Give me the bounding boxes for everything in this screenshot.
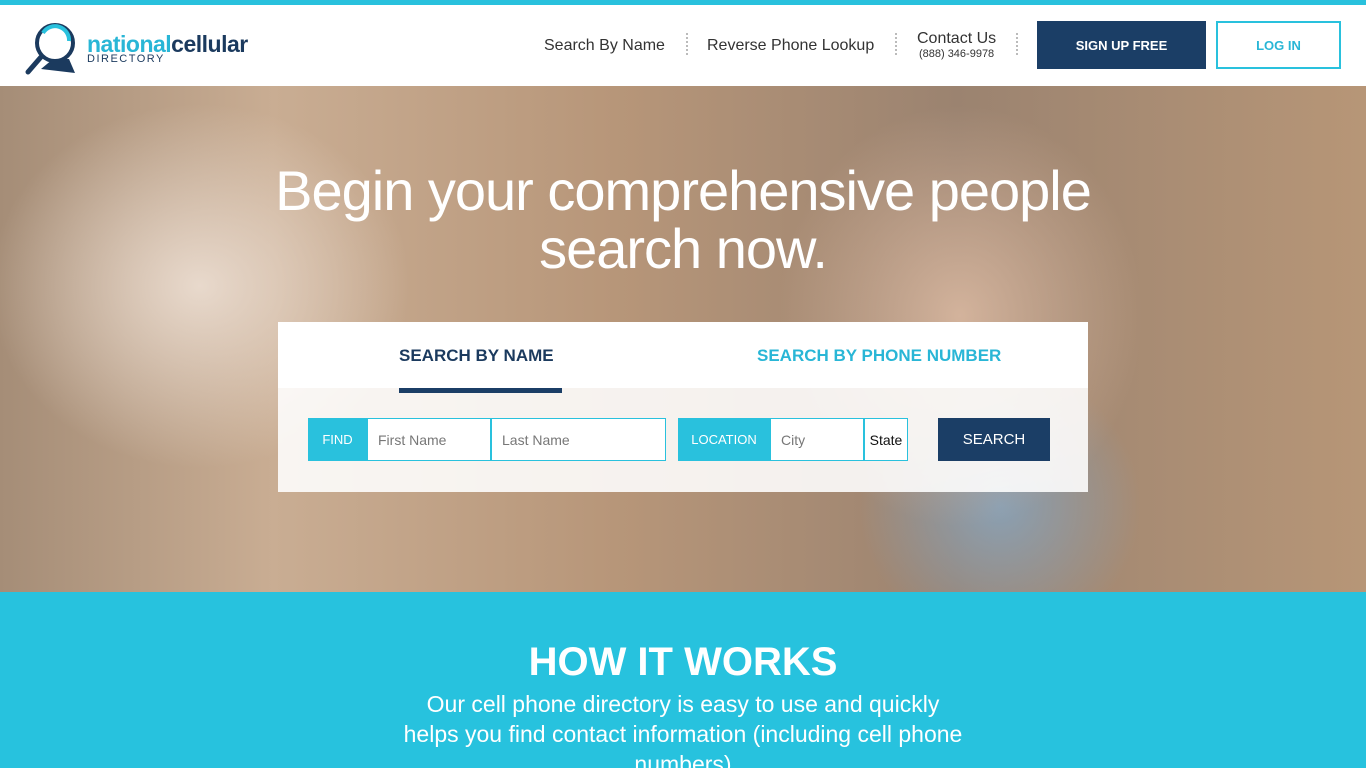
nav-contact-us[interactable]: Contact Us (888) 346-9978 [917,30,996,60]
find-label: FIND [308,418,367,461]
search-panel: SEARCH BY NAME SEARCH BY PHONE NUMBER FI… [278,322,1088,492]
tab-search-by-name[interactable]: SEARCH BY NAME [399,346,554,366]
sign-up-button[interactable]: SIGN UP FREE [1037,21,1206,69]
how-it-works-section: HOW IT WORKS Our cell phone directory is… [0,592,1366,777]
nav-divider [686,33,688,55]
nav-divider [1016,33,1018,55]
nav-reverse-phone-lookup[interactable]: Reverse Phone Lookup [707,37,874,55]
how-it-works-title: HOW IT WORKS [528,640,838,684]
state-select[interactable]: State [864,418,908,461]
first-name-input[interactable] [367,418,491,461]
active-tab-indicator [399,388,562,393]
last-name-input[interactable] [491,418,666,461]
contact-label: Contact Us [917,30,997,47]
location-label: LOCATION [678,418,770,461]
log-in-button[interactable]: LOG IN [1216,21,1341,69]
nav-divider [895,33,897,55]
hero-headline: Begin your comprehensive people search no… [0,162,1366,278]
city-input[interactable] [770,418,864,461]
headline-line-1: Begin your comprehensive people [275,159,1092,222]
tab-search-by-phone[interactable]: SEARCH BY PHONE NUMBER [757,346,1001,366]
logo-text-cellular: cellular [171,31,248,57]
how-it-works-text: Our cell phone directory is easy to use … [403,691,963,777]
magnifier-logo-icon [25,23,75,75]
search-button[interactable]: SEARCH [938,418,1050,461]
site-header: nationalcellular DIRECTORY Search By Nam… [0,5,1366,86]
hero-section: Begin your comprehensive people search no… [0,86,1366,592]
logo[interactable]: nationalcellular DIRECTORY [25,21,248,77]
headline-line-2: search now. [539,217,828,280]
search-form: FIND LOCATION State [308,418,908,461]
contact-phone: (888) 346-9978 [918,48,995,60]
nav-search-by-name[interactable]: Search By Name [544,37,665,55]
